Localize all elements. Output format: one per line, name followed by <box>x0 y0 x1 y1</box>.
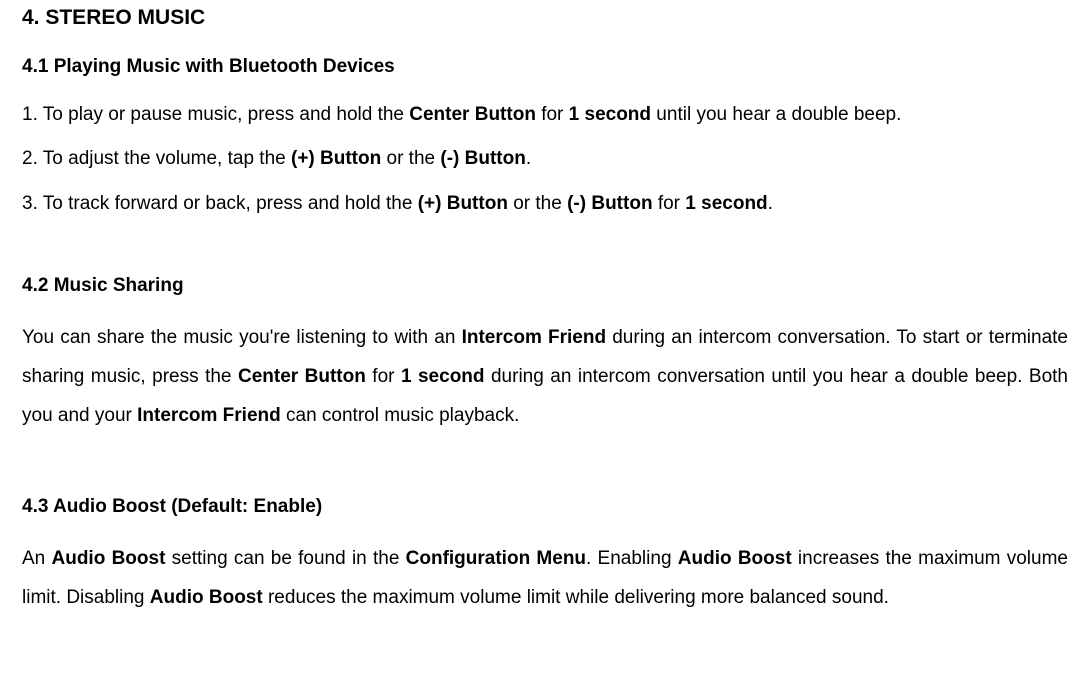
bold-text: Audio Boost <box>52 548 166 569</box>
bold-text: Intercom Friend <box>462 327 606 348</box>
text: or the <box>381 148 440 169</box>
step-2: 2. To adjust the volume, tap the (+) But… <box>22 144 1068 174</box>
text: for <box>536 104 569 125</box>
bold-text: Center Button <box>238 366 366 387</box>
step-3: 3. To track forward or back, press and h… <box>22 189 1068 219</box>
bold-text: (-) Button <box>440 148 525 169</box>
subheading-4-1: 4.1 Playing Music with Bluetooth Devices <box>22 56 1068 78</box>
bold-text: (+) Button <box>418 193 508 214</box>
text: 1. To play or pause music, press and hol… <box>22 104 409 125</box>
section-title: 4. STEREO MUSIC <box>22 6 1068 30</box>
bold-text: 1 second <box>685 193 767 214</box>
bold-text: 1 second <box>401 366 485 387</box>
subheading-4-3: 4.3 Audio Boost (Default: Enable) <box>22 496 1068 518</box>
text: reduces the maximum volume limit while d… <box>263 587 889 608</box>
bold-text: Audio Boost <box>678 548 792 569</box>
text: for <box>366 366 401 387</box>
text: An <box>22 548 52 569</box>
text: for <box>653 193 686 214</box>
bold-text: Intercom Friend <box>137 405 281 426</box>
document-page: 4. STEREO MUSIC 4.1 Playing Music with B… <box>0 6 1090 666</box>
bold-text: (-) Button <box>567 193 652 214</box>
text: You can share the music you're listening… <box>22 327 462 348</box>
bold-text: (+) Button <box>291 148 381 169</box>
text: until you hear a double beep. <box>651 104 901 125</box>
text: . <box>768 193 773 214</box>
text: can control music playback. <box>281 405 520 426</box>
subheading-4-2: 4.2 Music Sharing <box>22 275 1068 297</box>
text: 3. To track forward or back, press and h… <box>22 193 418 214</box>
text: . <box>526 148 531 169</box>
bold-text: Configuration Menu <box>406 548 586 569</box>
paragraph-4-2: You can share the music you're listening… <box>22 319 1068 436</box>
bold-text: Audio Boost <box>150 587 263 608</box>
text: setting can be found in the <box>165 548 405 569</box>
spacer <box>22 233 1068 275</box>
text: or the <box>508 193 567 214</box>
text: 2. To adjust the volume, tap the <box>22 148 291 169</box>
paragraph-4-3: An Audio Boost setting can be found in t… <box>22 540 1068 618</box>
text: . Enabling <box>586 548 678 569</box>
spacer <box>22 454 1068 496</box>
bold-text: Center Button <box>409 104 536 125</box>
bold-text: 1 second <box>569 104 651 125</box>
step-1: 1. To play or pause music, press and hol… <box>22 100 1068 130</box>
